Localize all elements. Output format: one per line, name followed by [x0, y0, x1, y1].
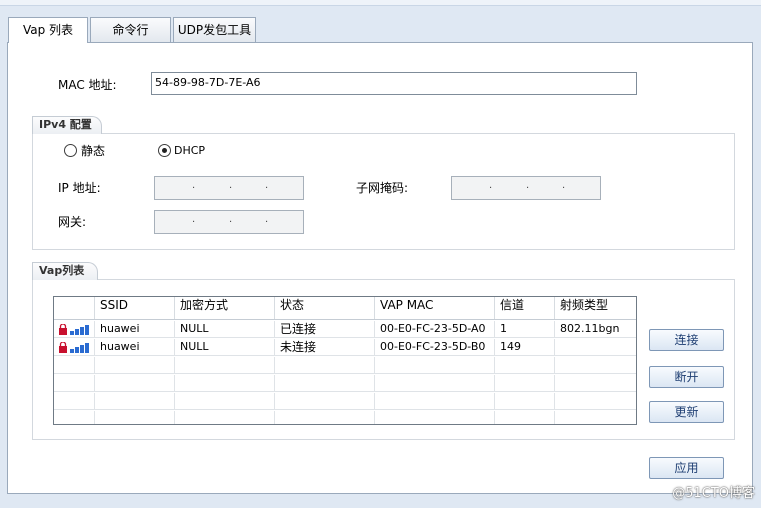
table-row[interactable]: huawei NULL 未连接 00-E0-FC-23-5D-B0 149	[54, 339, 636, 356]
static-label: 静态	[81, 144, 106, 158]
watermark: @51CTO博客	[672, 486, 755, 501]
apply-button[interactable]: 应用	[649, 457, 724, 479]
header-encryption[interactable]: 加密方式	[175, 297, 275, 319]
cell-ssid: huawei	[95, 339, 175, 355]
subnet-mask-label: 子网掩码:	[356, 181, 409, 195]
header-icon-col	[54, 297, 95, 319]
dhcp-label: DHCP	[174, 144, 206, 157]
vap-table[interactable]: SSID 加密方式 状态 VAP MAC 信道 射频类型 huawei NULL…	[53, 296, 637, 425]
static-radio[interactable]	[64, 144, 77, 157]
header-status[interactable]: 状态	[275, 297, 375, 319]
connect-button[interactable]: 连接	[649, 329, 724, 351]
cell-vap-mac: 00-E0-FC-23-5D-A0	[375, 321, 495, 337]
cell-encryption: NULL	[175, 339, 275, 355]
header-radio-type[interactable]: 射频类型	[555, 297, 636, 319]
cell-status: 已连接	[275, 321, 375, 337]
cell-radio-type: 802.11bgn	[560, 322, 620, 335]
cell-vap-mac: 00-E0-FC-23-5D-B0	[375, 339, 495, 355]
refresh-button[interactable]: 更新	[649, 401, 724, 423]
ipv4-config-title: IPv4 配置	[32, 116, 102, 134]
gateway-dot: .	[229, 214, 233, 225]
mask-dot: .	[489, 180, 493, 191]
lock-signal-icon	[59, 324, 89, 335]
row-icons	[54, 321, 95, 337]
gateway-label: 网关:	[58, 215, 87, 229]
cell-channel: 1	[495, 321, 555, 337]
ip-address-field[interactable]: . . .	[154, 176, 304, 200]
cell-channel: 149	[495, 339, 555, 355]
cell-status: 未连接	[275, 339, 375, 355]
gateway-field[interactable]: . . .	[154, 210, 304, 234]
table-row[interactable]: huawei NULL 已连接 00-E0-FC-23-5D-A0 1 802.…	[54, 321, 636, 338]
header-ssid[interactable]: SSID	[95, 297, 175, 319]
lock-signal-icon	[59, 342, 89, 353]
tab-label: 命令行	[112, 23, 149, 37]
gateway-dot: .	[265, 214, 269, 225]
header-vap-mac[interactable]: VAP MAC	[375, 297, 495, 319]
ip-dot: .	[229, 180, 233, 191]
mask-dot: .	[526, 180, 530, 191]
cell-ssid: huawei	[95, 321, 175, 337]
mac-address-field[interactable]: 54-89-98-7D-7E-A6	[151, 72, 637, 95]
table-row-empty	[54, 393, 636, 410]
table-row-empty	[54, 357, 636, 374]
table-header: SSID 加密方式 状态 VAP MAC 信道 射频类型	[54, 297, 636, 320]
cell-encryption: NULL	[175, 321, 275, 337]
ip-dot: .	[265, 180, 269, 191]
table-row-empty	[54, 411, 636, 424]
tab-vap-list[interactable]: Vap 列表	[8, 17, 88, 43]
tab-command-line[interactable]: 命令行	[90, 17, 171, 42]
disconnect-button[interactable]: 断开	[649, 366, 724, 388]
tab-udp-tool[interactable]: UDP发包工具	[173, 17, 256, 42]
tab-label: Vap 列表	[22, 23, 74, 37]
window-top-strip	[0, 0, 761, 6]
subnet-mask-field[interactable]: . . .	[451, 176, 601, 200]
dhcp-radio[interactable]	[158, 144, 171, 157]
table-row-empty	[54, 375, 636, 392]
header-channel[interactable]: 信道	[495, 297, 555, 319]
cell-radio-type	[555, 339, 636, 355]
ip-address-label: IP 地址:	[58, 181, 101, 195]
tab-label: UDP发包工具	[177, 23, 252, 37]
row-icons	[54, 339, 95, 355]
gateway-dot: .	[192, 214, 196, 225]
vap-list-title: Vap列表	[32, 262, 98, 280]
ip-dot: .	[192, 180, 196, 191]
mac-address-label: MAC 地址:	[58, 78, 117, 92]
mask-dot: .	[562, 180, 566, 191]
